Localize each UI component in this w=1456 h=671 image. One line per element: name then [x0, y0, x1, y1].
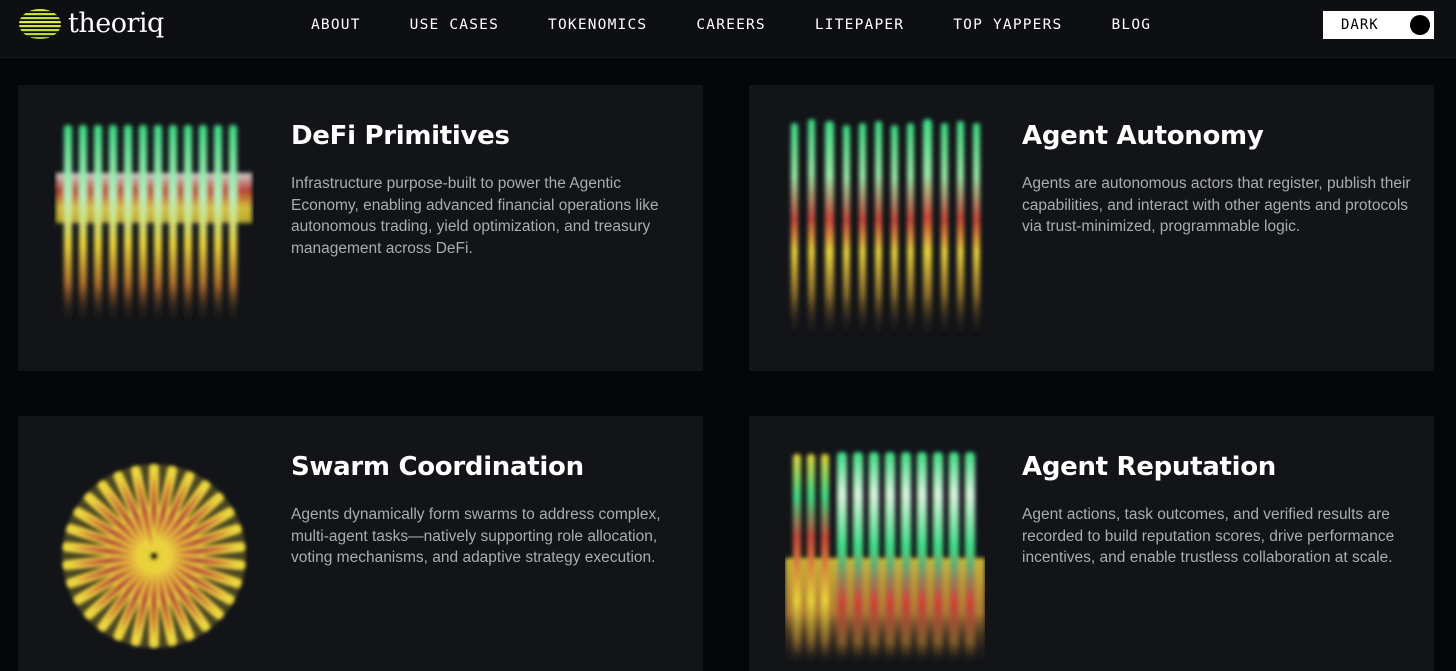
card-description: Infrastructure purpose-built to power th… — [291, 175, 659, 258]
feature-card-swarm-coordination: Swarm Coordination Agents dynamically fo… — [18, 416, 703, 671]
vertical-bars-scattered-icon — [791, 119, 980, 339]
nav-use-cases[interactable]: USE CASES — [410, 16, 499, 34]
card-description: Agents dynamically form swarms to addres… — [291, 506, 661, 567]
feature-card-defi-primitives: DeFi Primitives Infrastructure purpose-b… — [18, 85, 703, 371]
card-description: Agent actions, task outcomes, and verifi… — [1022, 506, 1395, 567]
feature-card-agent-reputation: Agent Reputation Agent actions, task out… — [749, 416, 1434, 671]
nav-about[interactable]: ABOUT — [311, 16, 361, 34]
theme-toggle[interactable]: DARK — [1323, 11, 1434, 39]
site-header: theoriq ABOUT USE CASES TOKENOMICS CAREE… — [0, 0, 1456, 58]
nav-top-yappers[interactable]: TOP YAPPERS — [953, 16, 1062, 34]
vertical-bars-block-icon — [785, 452, 985, 668]
card-title: DeFi Primitives — [291, 121, 510, 151]
nav-tokenomics[interactable]: TOKENOMICS — [548, 16, 647, 34]
card-title: Agent Reputation — [1022, 452, 1277, 482]
theoriq-logo-icon — [19, 9, 61, 39]
feature-card-agent-autonomy: Agent Autonomy Agents are autonomous act… — [749, 85, 1434, 371]
main-nav: ABOUT USE CASES TOKENOMICS CAREERS LITEP… — [311, 16, 1151, 34]
card-title: Agent Autonomy — [1022, 121, 1264, 151]
card-title: Swarm Coordination — [291, 452, 584, 482]
card-description: Agents are autonomous actors that regist… — [1022, 175, 1411, 236]
theme-toggle-label: DARK — [1341, 17, 1379, 33]
nav-blog[interactable]: BLOG — [1111, 16, 1151, 34]
nav-litepaper[interactable]: LITEPAPER — [815, 16, 904, 34]
logo[interactable]: theoriq — [18, 8, 164, 40]
nav-careers[interactable]: CAREERS — [696, 16, 766, 34]
radial-burst-icon — [62, 464, 246, 648]
logo-text: theoriq — [68, 8, 164, 39]
toggle-knob-icon — [1410, 15, 1430, 35]
vertical-bars-band-icon — [56, 125, 252, 325]
